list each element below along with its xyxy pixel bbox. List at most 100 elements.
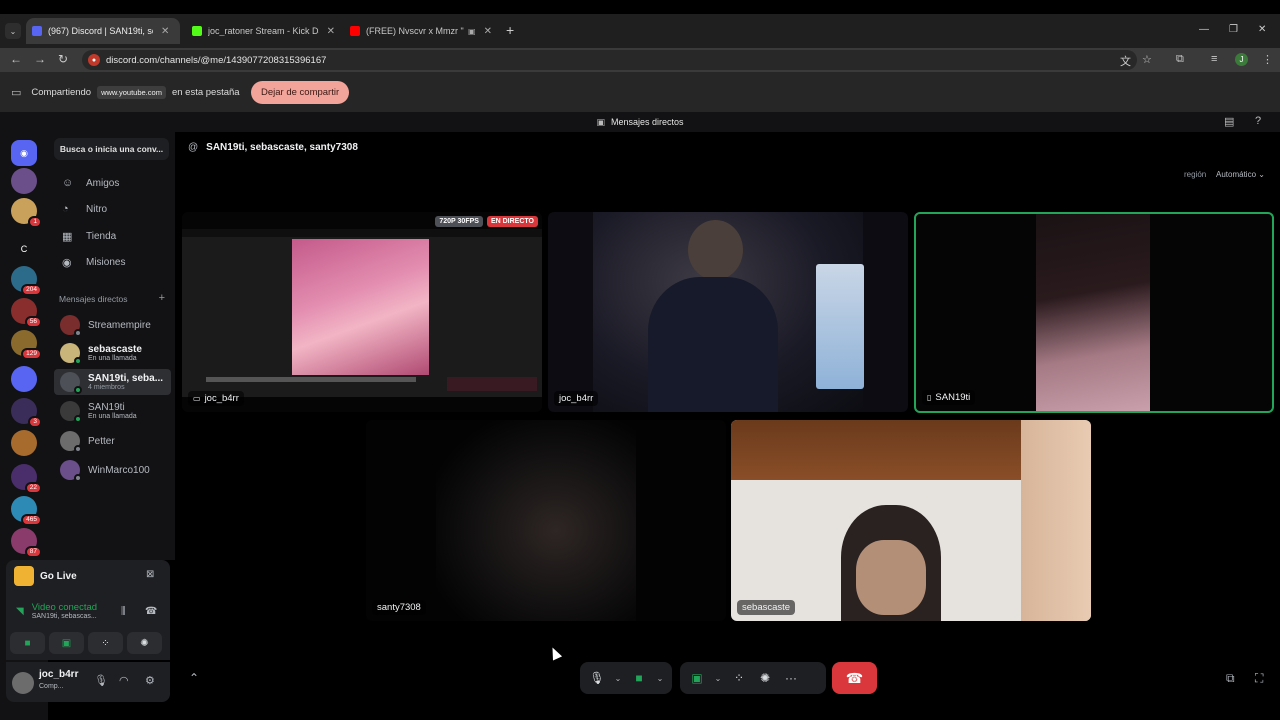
- server-icon[interactable]: [11, 168, 37, 194]
- popout-window-icon[interactable]: ⧉: [1226, 671, 1235, 686]
- close-tab-icon[interactable]: ✕: [484, 26, 492, 37]
- server-icon[interactable]: [11, 366, 37, 392]
- shop-icon: ▦: [62, 230, 73, 243]
- share-options-chevron-icon[interactable]: ⌄: [712, 667, 724, 689]
- soundboard-icon[interactable]: ✺: [754, 667, 776, 689]
- voice-status-label[interactable]: Video conectad: [32, 602, 97, 613]
- screen-share-button[interactable]: ▣: [49, 632, 84, 654]
- more-options-icon[interactable]: ···: [780, 667, 802, 689]
- nav-quests[interactable]: ◉ Misiones: [54, 251, 169, 273]
- close-tab-icon[interactable]: ✕: [161, 26, 169, 37]
- status-indicator: [74, 386, 82, 394]
- region-label: región: [1184, 170, 1207, 179]
- disconnect-icon[interactable]: ☎: [145, 606, 157, 617]
- forward-icon[interactable]: →: [34, 52, 46, 66]
- user-avatar[interactable]: [12, 672, 34, 694]
- microphone-icon[interactable]: 🎙︎: [586, 667, 608, 689]
- chrome-menu-icon[interactable]: ⋮: [1262, 53, 1273, 66]
- browser-tab-youtube[interactable]: (FREE) Nvscvr x Mmzr "Ni tu ▣ ✕: [344, 18, 499, 44]
- reload-icon[interactable]: ↻: [58, 52, 68, 66]
- popout-icon[interactable]: ⊠: [146, 569, 154, 580]
- server-icon[interactable]: C: [11, 236, 37, 262]
- activities-button[interactable]: ⁘: [88, 632, 123, 654]
- tab-search-icon[interactable]: ⌄: [5, 23, 21, 39]
- participant-name: santy7308: [377, 602, 421, 613]
- expand-up-icon[interactable]: ⌃: [189, 671, 199, 685]
- video-tile-santy[interactable]: santy7308: [366, 420, 726, 621]
- screen-share-icon[interactable]: ▣: [686, 667, 708, 689]
- camera-options-chevron-icon[interactable]: ⌄: [654, 667, 666, 689]
- server-icon[interactable]: 129: [11, 330, 42, 360]
- new-tab-icon[interactable]: +: [506, 22, 514, 38]
- dm-section-header: Mensajes directos +: [59, 292, 165, 304]
- profile-avatar[interactable]: J: [1235, 53, 1248, 66]
- browser-tab-discord[interactable]: (967) Discord | SAN19ti, seb ✕: [26, 18, 180, 44]
- search-conversation-button[interactable]: Busca o inicia una conv...: [54, 138, 169, 160]
- dm-subtext: 4 miembros: [88, 384, 125, 391]
- media-controls-icon[interactable]: ≡: [1211, 53, 1217, 65]
- video-tile-joc-camera[interactable]: joc_b4rr: [548, 212, 908, 412]
- mention-badge: 129: [21, 347, 42, 360]
- quality-badge: 720P 30FPS: [435, 216, 483, 227]
- nav-nitro[interactable]: ◔ Nitro: [54, 198, 169, 220]
- user-name[interactable]: joc_b4rr: [39, 669, 78, 680]
- inbox-icon[interactable]: ▤: [1224, 115, 1234, 128]
- server-icon[interactable]: 56: [11, 298, 42, 328]
- tab-share-bar: ▭ Compartiendo www.youtube.com en esta p…: [0, 72, 1280, 112]
- dm-item[interactable]: sebascaste En una llamada: [54, 340, 171, 366]
- noise-suppression-icon[interactable]: ⫼: [121, 606, 126, 617]
- stop-sharing-button[interactable]: Dejar de compartir: [251, 81, 350, 104]
- browser-tab-kick[interactable]: joc_ratoner Stream - Kick Dash ✕: [186, 18, 341, 44]
- close-tab-icon[interactable]: ✕: [327, 26, 335, 37]
- server-icon[interactable]: 465: [11, 496, 42, 526]
- server-icon[interactable]: [11, 430, 37, 456]
- restore-icon[interactable]: ❐: [1229, 24, 1238, 35]
- close-window-icon[interactable]: ✕: [1258, 24, 1266, 35]
- address-bar[interactable]: ● discord.com/channels/@me/1439077208315…: [82, 50, 1137, 70]
- server-icon[interactable]: 1: [11, 198, 42, 228]
- soundboard-button[interactable]: ✺: [127, 632, 162, 654]
- fullscreen-icon[interactable]: ⛶: [1255, 671, 1263, 686]
- call-header: @ SAN19ti, sebascaste, santy7308: [188, 142, 358, 153]
- camera-icon[interactable]: ■: [628, 667, 650, 689]
- activities-icon[interactable]: ⁘: [728, 667, 750, 689]
- end-call-button[interactable]: ☎: [832, 662, 877, 694]
- extensions-icon[interactable]: ⧉: [1176, 53, 1184, 66]
- server-icon[interactable]: 87: [11, 528, 42, 558]
- voice-controls: ■ ▣ ⁘ ✺: [10, 632, 162, 654]
- back-icon[interactable]: ←: [10, 52, 22, 66]
- region-select[interactable]: Automático ⌄: [1216, 170, 1265, 179]
- dm-item[interactable]: SAN19ti, seba... 4 miembros: [54, 369, 171, 395]
- minimize-icon[interactable]: —: [1199, 24, 1209, 35]
- nav-shop[interactable]: ▦ Tienda: [54, 225, 169, 247]
- create-dm-icon[interactable]: +: [159, 292, 165, 304]
- nav-friends[interactable]: ☺ Amigos: [54, 172, 169, 194]
- server-icon[interactable]: 3: [11, 398, 42, 428]
- video-tile-san19ti[interactable]: ▯ SAN19ti: [914, 212, 1274, 413]
- dm-item[interactable]: WinMarco100: [54, 457, 171, 483]
- settings-gear-icon[interactable]: ⚙: [145, 674, 155, 687]
- dm-item[interactable]: SAN19ti En una llamada: [54, 398, 171, 424]
- mobile-icon: ▯: [927, 393, 932, 402]
- server-icon[interactable]: 22: [11, 464, 42, 494]
- translate-icon[interactable]: 文: [1120, 53, 1131, 69]
- microphone-icon[interactable]: 🎙︎: [94, 674, 108, 687]
- window-title: Mensajes directos: [610, 117, 684, 127]
- help-icon[interactable]: ?: [1255, 115, 1261, 127]
- kick-favicon-icon: [192, 26, 202, 36]
- dm-item[interactable]: Streamempire: [54, 312, 171, 338]
- bookmark-star-icon[interactable]: ☆: [1142, 53, 1152, 66]
- site-info-icon[interactable]: ●: [88, 54, 100, 66]
- mic-options-chevron-icon[interactable]: ⌄: [612, 667, 624, 689]
- headphones-icon[interactable]: ◠: [119, 674, 129, 687]
- mention-badge: 204: [21, 283, 42, 296]
- mention-badge: 3: [28, 415, 42, 428]
- discord-title-bar: ▣ Mensajes directos: [0, 112, 1280, 132]
- go-live-row[interactable]: Go Live: [14, 566, 77, 586]
- video-tile-sebascaste[interactable]: sebascaste: [731, 420, 1091, 621]
- camera-toggle-button[interactable]: ■: [10, 632, 45, 654]
- discord-home-icon[interactable]: ◉: [11, 140, 37, 166]
- dm-item[interactable]: Petter: [54, 428, 171, 454]
- server-icon[interactable]: 204: [11, 266, 42, 296]
- video-tile-stream[interactable]: 720P 30FPS EN DIRECTO ▭ joc_b4rr: [182, 212, 542, 412]
